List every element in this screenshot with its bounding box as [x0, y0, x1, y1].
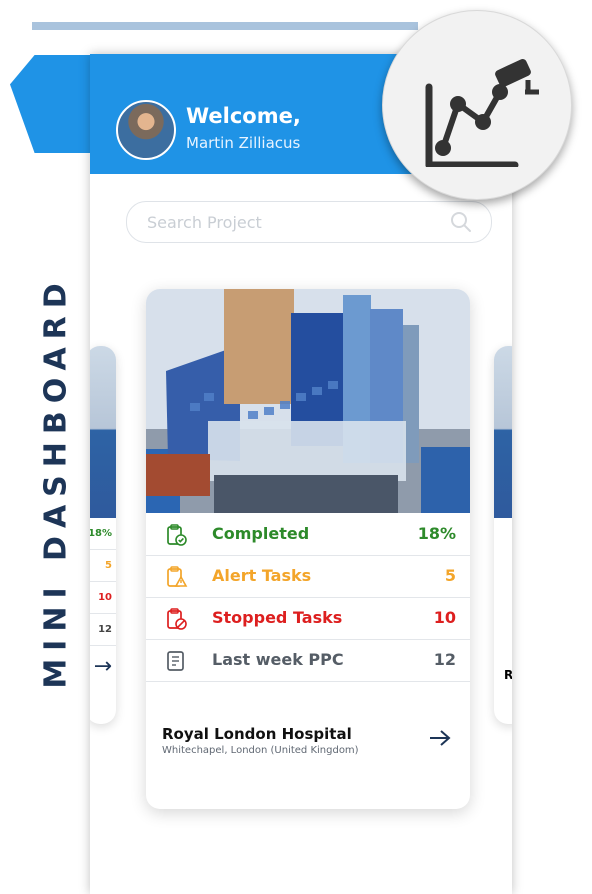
alert-clipboard-icon	[167, 566, 188, 587]
analytics-camera-badge	[382, 10, 572, 200]
project-name: Royal London Hospital	[162, 725, 352, 743]
task-label-last-week-ppc: Last week PPC	[212, 650, 344, 669]
task-label-alert: Alert Tasks	[212, 566, 312, 585]
task-label-stopped: Stopped Tasks	[212, 608, 343, 627]
document-list-icon	[167, 651, 184, 671]
search-icon[interactable]	[449, 210, 473, 234]
previous-alert-value: 5	[90, 550, 116, 582]
next-project-card[interactable]: R	[494, 346, 512, 724]
back-tab[interactable]	[10, 55, 92, 153]
task-row-alert[interactable]: Alert Tasks 5	[146, 555, 470, 598]
search-input[interactable]	[145, 211, 449, 233]
welcome-title: Welcome,	[186, 104, 301, 128]
stopped-clipboard-icon	[167, 608, 187, 630]
task-value-last-week-ppc: 12	[433, 650, 456, 669]
next-project-rows	[494, 518, 512, 668]
previous-project-card[interactable]: 18% 5 10 12 →	[90, 346, 116, 724]
task-value-alert: 5	[444, 566, 456, 585]
task-row-last-week-ppc[interactable]: Last week PPC 12	[146, 639, 470, 682]
task-row-completed[interactable]: Completed 18%	[146, 513, 470, 556]
search-box[interactable]	[126, 201, 492, 243]
hospital-building-illustration	[146, 289, 470, 513]
task-label-completed: Completed	[212, 524, 310, 543]
previous-ppc-value: 12	[90, 614, 116, 646]
completed-clipboard-icon	[167, 524, 187, 546]
previous-project-image	[90, 346, 116, 518]
hospital-photo	[146, 289, 470, 513]
analytics-camera-icon	[425, 58, 539, 167]
avatar	[116, 100, 176, 160]
task-row-stopped[interactable]: Stopped Tasks 10	[146, 597, 470, 640]
top-decorative-bar	[32, 22, 418, 30]
previous-project-arrow[interactable]: →	[90, 646, 116, 688]
project-card[interactable]: Completed 18% Alert Tasks 5 Stopped Task…	[146, 289, 470, 809]
previous-stopped-value: 10	[90, 582, 116, 614]
arrow-right-icon[interactable]	[428, 729, 452, 747]
task-value-stopped: 10	[433, 608, 456, 627]
task-value-completed: 18%	[417, 524, 456, 543]
next-project-image	[494, 346, 512, 518]
mini-dashboard-label: MINI DASHBOARD	[38, 275, 74, 689]
next-project-name-fragment: R	[504, 668, 512, 682]
user-name: Martin Zilliacus	[186, 134, 301, 152]
previous-completed-value: 18%	[90, 518, 116, 550]
project-location: Whitechapel, London (United Kingdom)	[162, 745, 359, 756]
